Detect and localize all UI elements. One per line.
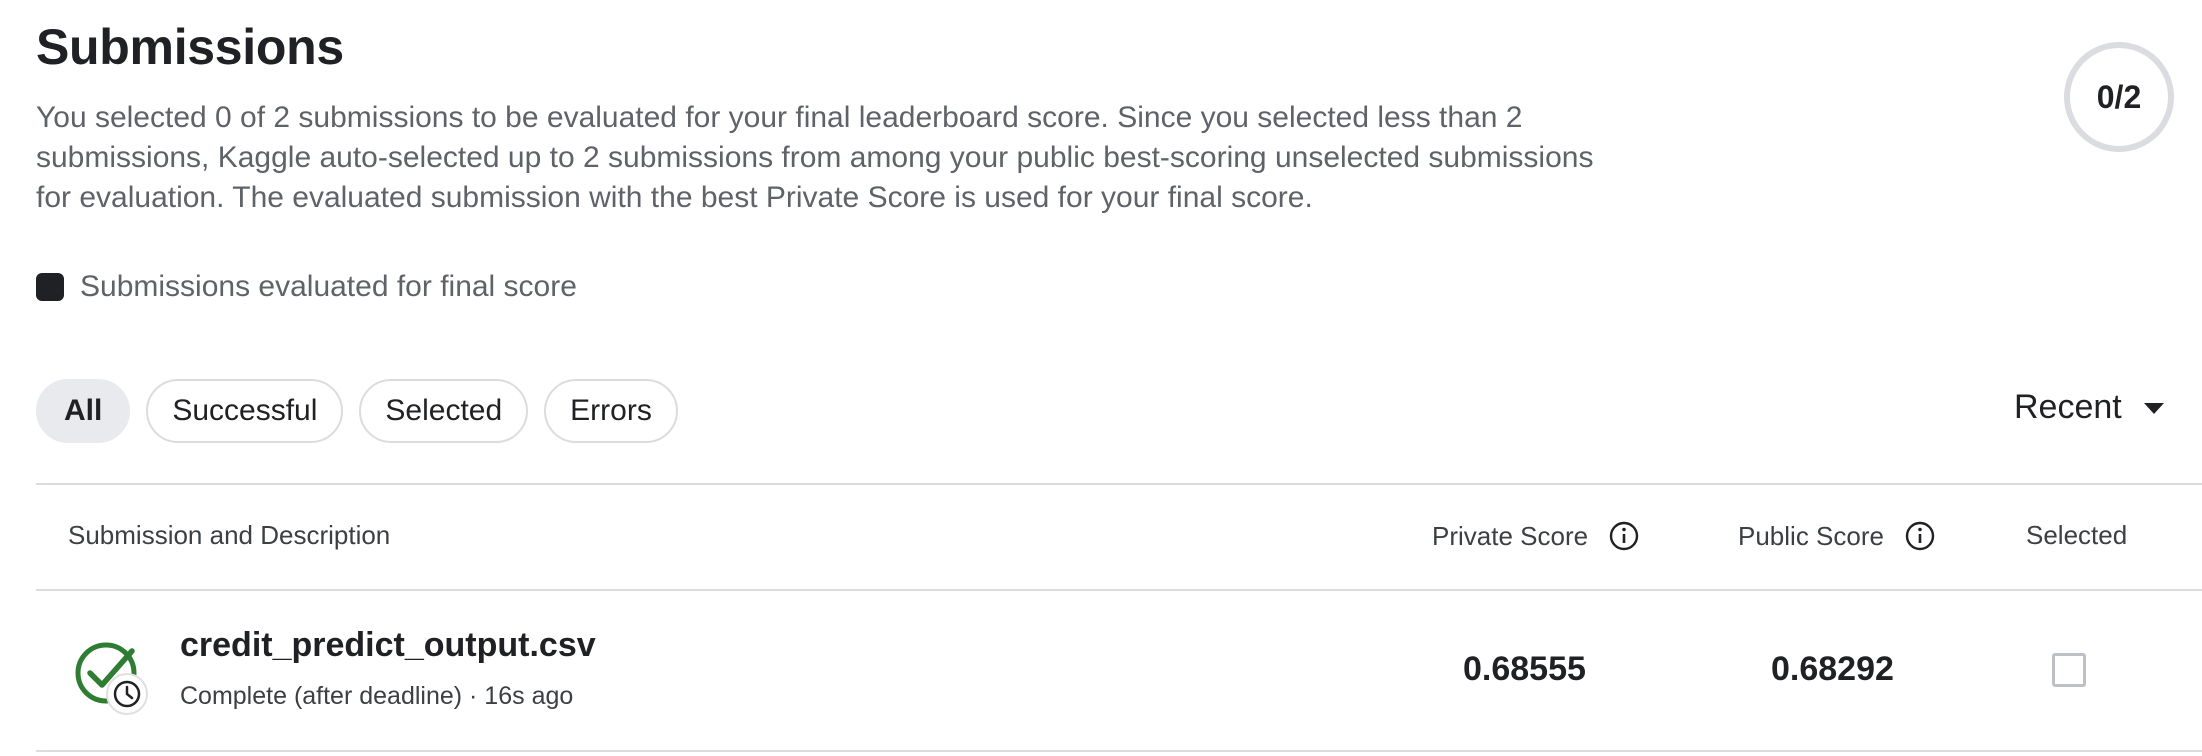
submission-name[interactable]: credit_predict_output.csv bbox=[180, 626, 596, 665]
column-header-submission-label: Submission and Description bbox=[68, 520, 391, 550]
filter-selected-chip[interactable]: Selected bbox=[359, 379, 529, 443]
info-icon[interactable] bbox=[1904, 520, 1936, 552]
info-icon[interactable] bbox=[1608, 520, 1640, 552]
select-submission-checkbox[interactable] bbox=[2052, 653, 2086, 687]
column-header-private-score-label: Private Score bbox=[1432, 520, 1589, 551]
table-bottom-divider bbox=[36, 750, 2202, 752]
filter-errors-chip[interactable]: Errors bbox=[544, 379, 678, 443]
column-header-selected-label: Selected bbox=[2026, 520, 2128, 550]
legend: Submissions evaluated for final score bbox=[36, 270, 577, 304]
column-header-submission: Submission and Description bbox=[68, 520, 390, 551]
filter-chips: All Successful Selected Errors bbox=[36, 379, 678, 443]
page-description: You selected 0 of 2 submissions to be ev… bbox=[36, 101, 1594, 214]
filter-successful-chip[interactable]: Successful bbox=[146, 379, 344, 443]
selection-counter: 0/2 bbox=[2064, 42, 2174, 152]
submission-meta: Complete (after deadline) · 16s ago bbox=[180, 682, 574, 710]
caret-down-icon bbox=[2143, 403, 2164, 414]
sort-dropdown[interactable]: Recent bbox=[2014, 388, 2164, 427]
sort-label: Recent bbox=[2014, 388, 2122, 426]
legend-label: Submissions evaluated for final score bbox=[80, 270, 577, 303]
column-header-selected: Selected bbox=[2026, 520, 2127, 551]
page-title: Submissions bbox=[36, 19, 344, 75]
column-header-public-score: Public Score bbox=[1738, 520, 1936, 552]
private-score-value: 0.68555 bbox=[1463, 650, 1586, 688]
filter-all-chip[interactable]: All bbox=[36, 379, 131, 443]
check-clock-icon bbox=[75, 642, 148, 715]
table-top-divider bbox=[36, 483, 2202, 485]
column-header-private-score: Private Score bbox=[1432, 520, 1640, 552]
column-header-public-score-label: Public Score bbox=[1738, 520, 1884, 551]
legend-swatch bbox=[36, 273, 64, 301]
table-header-divider bbox=[36, 589, 2202, 591]
public-score-value: 0.68292 bbox=[1771, 650, 1894, 688]
